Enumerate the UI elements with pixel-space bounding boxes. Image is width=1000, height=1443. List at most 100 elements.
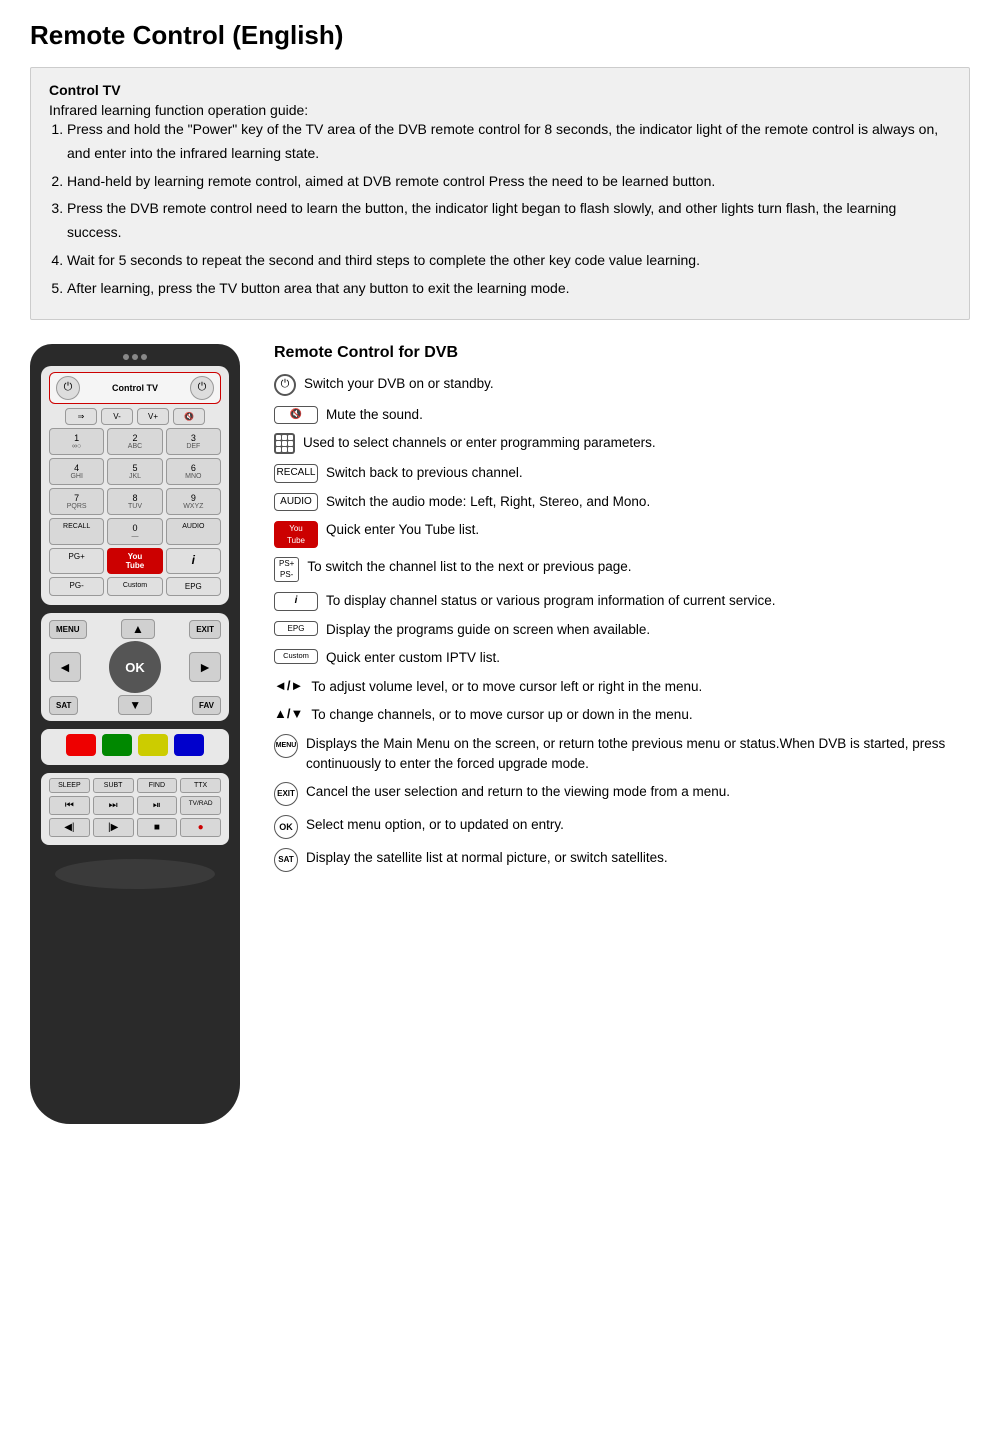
custom-icon-label: Custom [274, 649, 318, 664]
playpause-btn[interactable]: ⏯ [137, 796, 178, 815]
dvb-item-sat: SAT Display the satellite list at normal… [274, 848, 970, 872]
blue-btn[interactable] [174, 734, 204, 756]
ir-dot-3 [141, 354, 147, 360]
remote-illustration: ⏻ Control TV ⏻ ⇒ V- V+ 🔇 1∞○ 2ABC 3DEF 4… [30, 344, 250, 1124]
sat-icon-circle: SAT [274, 848, 298, 872]
dvb-item-youtube: YouTube Quick enter You Tube list. [274, 520, 970, 548]
numgrid-icon [274, 433, 295, 454]
num-7[interactable]: 7PQRS [49, 488, 104, 515]
vol-plus-btn[interactable]: V+ [137, 408, 169, 426]
power-btn-right[interactable]: ⏻ [190, 376, 214, 400]
dvb-item-ud: ▲/▼ To change channels, or to move curso… [274, 705, 970, 725]
info-btn[interactable]: i [166, 548, 221, 574]
func-row-1: SLEEP SUBT FIND TTX [49, 778, 221, 793]
subt-btn[interactable]: SUBT [93, 778, 134, 793]
exit-icon-circle: EXIT [274, 782, 298, 806]
ud-icon: ▲/▼ [274, 705, 303, 724]
num-0[interactable]: 0— [107, 518, 162, 545]
dvb-item-menu-text: Displays the Main Menu on the screen, or… [306, 734, 970, 773]
next-btn[interactable]: |▶ [93, 818, 134, 837]
right-arrow-btn[interactable]: ► [189, 652, 221, 682]
audio-icon-label: AUDIO [274, 493, 318, 512]
power-icon: ⏻ [274, 374, 296, 396]
dvb-item-menu: MENU Displays the Main Menu on the scree… [274, 734, 970, 773]
custom-btn[interactable]: Custom [107, 577, 162, 596]
dvb-item-power: ⏻ Switch your DVB on or standby. [274, 374, 970, 396]
dvb-item-custom: Custom Quick enter custom IPTV list. [274, 648, 970, 668]
num-8[interactable]: 8TUV [107, 488, 162, 515]
num-2[interactable]: 2ABC [107, 428, 162, 455]
dvb-item-ok: OK Select menu option, or to updated on … [274, 815, 970, 839]
recall-btn[interactable]: RECALL [49, 518, 104, 545]
dvb-item-channels: Used to select channels or enter program… [274, 433, 970, 454]
power-btn-left[interactable]: ⏻ [56, 376, 80, 400]
dvb-item-epg-text: Display the programs guide on screen whe… [326, 620, 970, 640]
record-btn[interactable]: ● [180, 818, 221, 837]
pg-minus-btn[interactable]: PG- [49, 577, 104, 596]
prev-btn[interactable]: ◀| [49, 818, 90, 837]
menu-btn[interactable]: MENU [49, 620, 87, 639]
mid-grid: PG+ YouTube i PG- Custom EPG [49, 548, 221, 596]
mute-btn[interactable]: 🔇 [173, 408, 205, 426]
step-2: Hand-held by learning remote control, ai… [67, 170, 951, 194]
input-btn[interactable]: ⇒ [65, 408, 97, 426]
ttx-btn[interactable]: TTX [180, 778, 221, 793]
ir-dot-1 [123, 354, 129, 360]
media-row-1: ⏮ ⏭ ⏯ TV/RAD [49, 796, 221, 815]
ok-btn[interactable]: OK [109, 641, 161, 693]
info-box-steps: Press and hold the "Power" key of the TV… [67, 118, 951, 301]
red-btn[interactable] [66, 734, 96, 756]
stop-btn[interactable]: ■ [137, 818, 178, 837]
num-4[interactable]: 4GHI [49, 458, 104, 485]
info-box: Control TV Infrared learning function op… [30, 67, 970, 320]
remote-bottom-oval [55, 859, 215, 889]
dvb-item-recall-text: Switch back to previous channel. [326, 463, 970, 483]
sat-btn[interactable]: SAT [49, 696, 78, 715]
dvb-item-exit-text: Cancel the user selection and return to … [306, 782, 970, 802]
number-grid: 1∞○ 2ABC 3DEF 4GHI 5JKL 6MNO 7PQRS 8TUV … [49, 428, 221, 515]
num-1[interactable]: 1∞○ [49, 428, 104, 455]
top-button-section: ⏻ Control TV ⏻ ⇒ V- V+ 🔇 1∞○ 2ABC 3DEF 4… [41, 366, 229, 606]
step-4: Wait for 5 seconds to repeat the second … [67, 249, 951, 273]
recall-icon-label: RECALL [274, 464, 318, 483]
remote-body: ⏻ Control TV ⏻ ⇒ V- V+ 🔇 1∞○ 2ABC 3DEF 4… [30, 344, 240, 1124]
num-5[interactable]: 5JKL [107, 458, 162, 485]
ir-dot-2 [132, 354, 138, 360]
step-1: Press and hold the "Power" key of the TV… [67, 118, 951, 166]
step-3: Press the DVB remote control need to lea… [67, 197, 951, 245]
epg-btn[interactable]: EPG [166, 577, 221, 596]
dvb-item-custom-text: Quick enter custom IPTV list. [326, 648, 970, 668]
num-3[interactable]: 3DEF [166, 428, 221, 455]
find-btn[interactable]: FIND [137, 778, 178, 793]
up-arrow-btn[interactable]: ▲ [121, 619, 155, 639]
main-content: ⏻ Control TV ⏻ ⇒ V- V+ 🔇 1∞○ 2ABC 3DEF 4… [30, 344, 970, 1124]
num-6[interactable]: 6MNO [166, 458, 221, 485]
green-btn[interactable] [102, 734, 132, 756]
dvb-item-youtube-text: Quick enter You Tube list. [326, 520, 970, 540]
ok-icon-circle: OK [274, 815, 298, 839]
dpad-mid-row: ◄ OK ► [49, 641, 221, 693]
rewind-btn[interactable]: ⏮ [49, 796, 90, 815]
youtube-btn[interactable]: YouTube [107, 548, 162, 574]
pg-plus-btn[interactable]: PG+ [49, 548, 104, 574]
sleep-btn[interactable]: SLEEP [49, 778, 90, 793]
dvb-item-epg: EPG Display the programs guide on screen… [274, 620, 970, 640]
left-arrow-btn[interactable]: ◄ [49, 652, 81, 682]
tvrad-btn[interactable]: TV/RAD [180, 796, 221, 815]
mute-icon-label: 🔇 [274, 406, 318, 425]
yellow-btn[interactable] [138, 734, 168, 756]
media-row-2: ◀| |▶ ■ ● [49, 818, 221, 837]
pg-icon: PS+PS- [274, 557, 299, 582]
fav-btn[interactable]: FAV [192, 696, 221, 715]
dvb-item-pg: PS+PS- To switch the channel list to the… [274, 557, 970, 582]
num-9[interactable]: 9WXYZ [166, 488, 221, 515]
menu-icon-circle: MENU [274, 734, 298, 758]
vol-minus-btn[interactable]: V- [101, 408, 133, 426]
youtube-icon-label: YouTube [274, 521, 318, 548]
down-arrow-btn[interactable]: ▼ [118, 695, 152, 715]
epg-icon-label: EPG [274, 621, 318, 637]
audio-btn[interactable]: AUDIO [166, 518, 221, 545]
vol-row: ⇒ V- V+ 🔇 [49, 408, 221, 426]
exit-btn[interactable]: EXIT [189, 620, 221, 639]
fastforward-btn[interactable]: ⏭ [93, 796, 134, 815]
